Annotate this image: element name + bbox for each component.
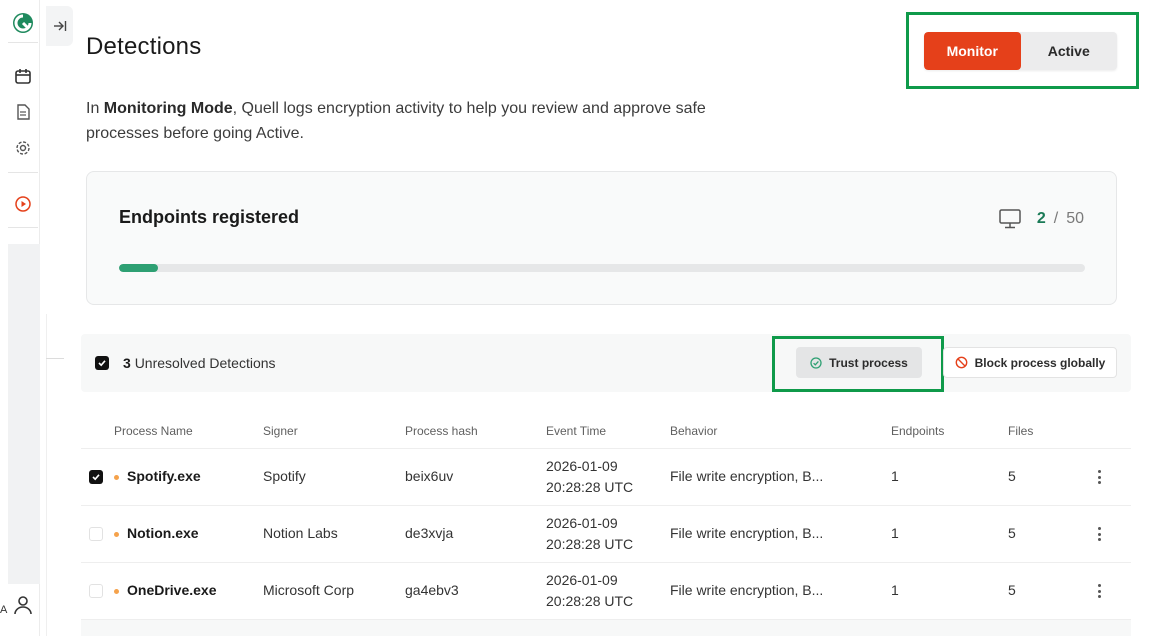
unresolved-count: 3 bbox=[123, 355, 131, 371]
sidebar-panel bbox=[8, 244, 40, 584]
event-time: 2026-01-09 20:28:28 UTC bbox=[546, 456, 633, 498]
logo-icon[interactable] bbox=[12, 12, 34, 34]
status-dot bbox=[114, 475, 119, 480]
trust-process-label: Trust process bbox=[829, 355, 908, 370]
endpoints-limit: 50 bbox=[1066, 210, 1084, 227]
endpoints-progress-bar bbox=[119, 264, 1085, 272]
row-menu-icon[interactable] bbox=[1095, 469, 1103, 485]
row-checkbox[interactable] bbox=[89, 470, 103, 484]
process-name[interactable]: Notion.exe bbox=[127, 525, 199, 541]
intro-bold: Monitoring Mode bbox=[103, 100, 233, 117]
row-menu-icon[interactable] bbox=[1095, 526, 1103, 542]
endpoints-card: Endpoints registered 2 / 50 bbox=[86, 171, 1117, 305]
column-header-event-time[interactable]: Event Time bbox=[546, 424, 606, 438]
behavior: File write encryption, B... bbox=[670, 468, 824, 484]
intro-text: In Monitoring Mode, Quell logs encryptio… bbox=[86, 96, 766, 146]
count-separator: / bbox=[1053, 210, 1059, 227]
event-date: 2026-01-09 bbox=[546, 458, 618, 474]
behavior: File write encryption, B... bbox=[670, 582, 824, 598]
column-header-files[interactable]: Files bbox=[1008, 424, 1033, 438]
collapse-sidebar-button[interactable] bbox=[46, 6, 73, 46]
block-process-label: Block process globally bbox=[974, 355, 1106, 370]
status-dot bbox=[114, 532, 119, 537]
files-count: 5 bbox=[1008, 525, 1016, 541]
divider bbox=[46, 314, 47, 636]
settings-icon[interactable] bbox=[14, 139, 32, 157]
column-header-signer[interactable]: Signer bbox=[263, 424, 298, 438]
play-circle-icon[interactable] bbox=[14, 195, 32, 213]
event-clock: 20:28:28 UTC bbox=[546, 536, 634, 552]
mode-toggle: Monitor Active bbox=[924, 32, 1117, 70]
calendar-icon[interactable] bbox=[14, 67, 32, 85]
trust-process-button[interactable]: Trust process bbox=[796, 347, 922, 378]
table-footer bbox=[81, 620, 1131, 636]
endpoints-title: Endpoints registered bbox=[119, 207, 300, 227]
column-header-process-name[interactable]: Process Name bbox=[114, 424, 193, 438]
behavior: File write encryption, B... bbox=[670, 525, 824, 541]
arrow-right-bar-icon bbox=[53, 21, 66, 31]
signer: Spotify bbox=[263, 468, 306, 484]
unresolved-text: Unresolved Detections bbox=[134, 355, 276, 371]
sidebar-divider bbox=[8, 227, 38, 228]
monitor-icon bbox=[999, 209, 1021, 229]
check-circle-icon bbox=[810, 356, 822, 369]
event-time: 2026-01-09 20:28:28 UTC bbox=[546, 513, 633, 555]
status-dot bbox=[114, 589, 119, 594]
signer: Microsoft Corp bbox=[263, 582, 355, 598]
table-row[interactable]: OneDrive.exe Microsoft Corp ga4ebv3 2026… bbox=[81, 563, 1131, 620]
endpoints-count: 1 bbox=[891, 525, 899, 541]
files-count: 5 bbox=[1008, 468, 1016, 484]
signer: Notion Labs bbox=[263, 525, 338, 541]
document-icon[interactable] bbox=[14, 103, 32, 121]
page-title: Detections bbox=[86, 33, 202, 60]
process-name[interactable]: OneDrive.exe bbox=[127, 582, 217, 598]
event-time: 2026-01-09 20:28:28 UTC bbox=[546, 570, 633, 612]
column-header-endpoints[interactable]: Endpoints bbox=[891, 424, 944, 438]
unresolved-label: 3 Unresolved Detections bbox=[123, 355, 276, 371]
event-clock: 20:28:28 UTC bbox=[546, 593, 634, 609]
user-icon[interactable] bbox=[12, 594, 34, 616]
process-name[interactable]: Spotify.exe bbox=[127, 468, 201, 484]
table-row[interactable]: Notion.exe Notion Labs de3xvja 2026-01-0… bbox=[81, 506, 1131, 563]
row-checkbox[interactable] bbox=[89, 527, 103, 541]
process-hash: beix6uv bbox=[405, 468, 454, 484]
sidebar-divider bbox=[8, 172, 38, 173]
endpoints-count: 1 bbox=[891, 582, 899, 598]
row-checkbox[interactable] bbox=[89, 584, 103, 598]
progress-fill bbox=[119, 264, 158, 272]
divider bbox=[46, 358, 64, 359]
check-icon bbox=[92, 474, 100, 481]
active-mode-button[interactable]: Active bbox=[1021, 32, 1118, 70]
event-clock: 20:28:28 UTC bbox=[546, 479, 634, 495]
block-icon bbox=[955, 356, 968, 369]
table-row[interactable]: Spotify.exe Spotify beix6uv 2026-01-09 2… bbox=[81, 449, 1131, 506]
files-count: 5 bbox=[1008, 582, 1016, 598]
intro-prefix: In bbox=[86, 100, 104, 117]
monitor-mode-button[interactable]: Monitor bbox=[924, 32, 1021, 70]
block-process-button[interactable]: Block process globally bbox=[943, 347, 1117, 378]
select-all-checkbox[interactable] bbox=[95, 356, 109, 370]
check-icon bbox=[98, 360, 106, 367]
row-menu-icon[interactable] bbox=[1095, 583, 1103, 599]
sidebar-letter: A bbox=[0, 604, 8, 616]
process-hash: ga4ebv3 bbox=[405, 582, 459, 598]
event-date: 2026-01-09 bbox=[546, 572, 618, 588]
column-header-process-hash[interactable]: Process hash bbox=[405, 424, 478, 438]
endpoints-registered-count: 2 bbox=[1036, 210, 1046, 227]
endpoints-count: 2 / 50 bbox=[999, 209, 1084, 229]
sidebar-divider bbox=[8, 42, 38, 43]
endpoints-count: 1 bbox=[891, 468, 899, 484]
process-hash: de3xvja bbox=[405, 525, 454, 541]
sidebar: A bbox=[0, 0, 40, 636]
event-date: 2026-01-09 bbox=[546, 515, 618, 531]
column-header-behavior[interactable]: Behavior bbox=[670, 424, 717, 438]
